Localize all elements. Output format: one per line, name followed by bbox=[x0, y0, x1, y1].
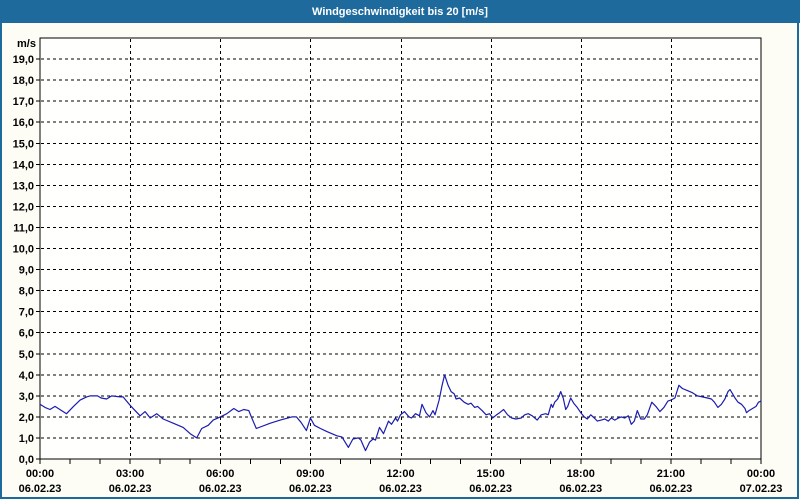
y-tick-label: 14,0 bbox=[13, 159, 34, 171]
x-tick-date-label: 06.02.23 bbox=[199, 483, 242, 495]
y-tick-label: 5,0 bbox=[19, 349, 34, 361]
y-tick-label: 19,0 bbox=[13, 54, 34, 66]
y-tick-label: 3,0 bbox=[19, 391, 34, 403]
y-tick-label: 10,0 bbox=[13, 244, 34, 256]
y-tick-label: 9,0 bbox=[19, 265, 34, 277]
x-tick-date-label: 06.02.23 bbox=[559, 483, 602, 495]
x-tick-time-label: 09:00 bbox=[296, 468, 324, 480]
y-tick-label: 18,0 bbox=[13, 75, 34, 87]
x-tick-time-label: 15:00 bbox=[477, 468, 505, 480]
y-tick-label: 6,0 bbox=[19, 328, 34, 340]
x-tick-date-label: 06.02.23 bbox=[379, 483, 422, 495]
plot-area bbox=[39, 37, 762, 460]
y-tick-label: 0,0 bbox=[19, 454, 34, 466]
y-tick-label: 15,0 bbox=[13, 138, 34, 150]
wind-speed-chart: 0,0 1,0 2,0 3,0 4,0 5,0 6,0 7,0 8,0 9,0 10,0 11,0 12… bbox=[0, 0, 799, 499]
x-tick-time-label: 06:00 bbox=[206, 468, 234, 480]
x-tick-date-label: 06.02.23 bbox=[19, 483, 62, 495]
x-tick-time-label: 12:00 bbox=[386, 468, 414, 480]
x-tick-time-label: 18:00 bbox=[567, 468, 595, 480]
chart-window: Windgeschwindigkeit bis 20 [m/s] 0,0 1,0 2… bbox=[0, 0, 800, 500]
y-tick-label: 16,0 bbox=[13, 117, 34, 129]
y-tick-label: 13,0 bbox=[13, 180, 34, 192]
x-tick-date-label: 07.02.23 bbox=[740, 483, 783, 495]
x-tick-time-label: 00:00 bbox=[26, 468, 54, 480]
y-axis-unit-label: m/s bbox=[17, 38, 36, 50]
y-tick-label: 17,0 bbox=[13, 96, 34, 108]
y-tick-label: 2,0 bbox=[19, 412, 34, 424]
y-tick-label: 4,0 bbox=[19, 370, 34, 382]
x-tick-date-label: 06.02.23 bbox=[649, 483, 692, 495]
y-tick-label: 11,0 bbox=[13, 222, 34, 234]
y-tick-label: 12,0 bbox=[13, 201, 34, 213]
y-tick-label: 7,0 bbox=[19, 307, 34, 319]
x-tick-time-label: 00:00 bbox=[747, 468, 775, 480]
y-tick-label: 1,0 bbox=[19, 433, 34, 445]
y-tick-label: 8,0 bbox=[19, 286, 34, 298]
x-tick-date-label: 06.02.23 bbox=[469, 483, 512, 495]
x-tick-time-label: 03:00 bbox=[116, 468, 144, 480]
x-tick-date-label: 06.02.23 bbox=[289, 483, 332, 495]
x-tick-date-label: 06.02.23 bbox=[109, 483, 152, 495]
x-tick-time-label: 21:00 bbox=[657, 468, 685, 480]
